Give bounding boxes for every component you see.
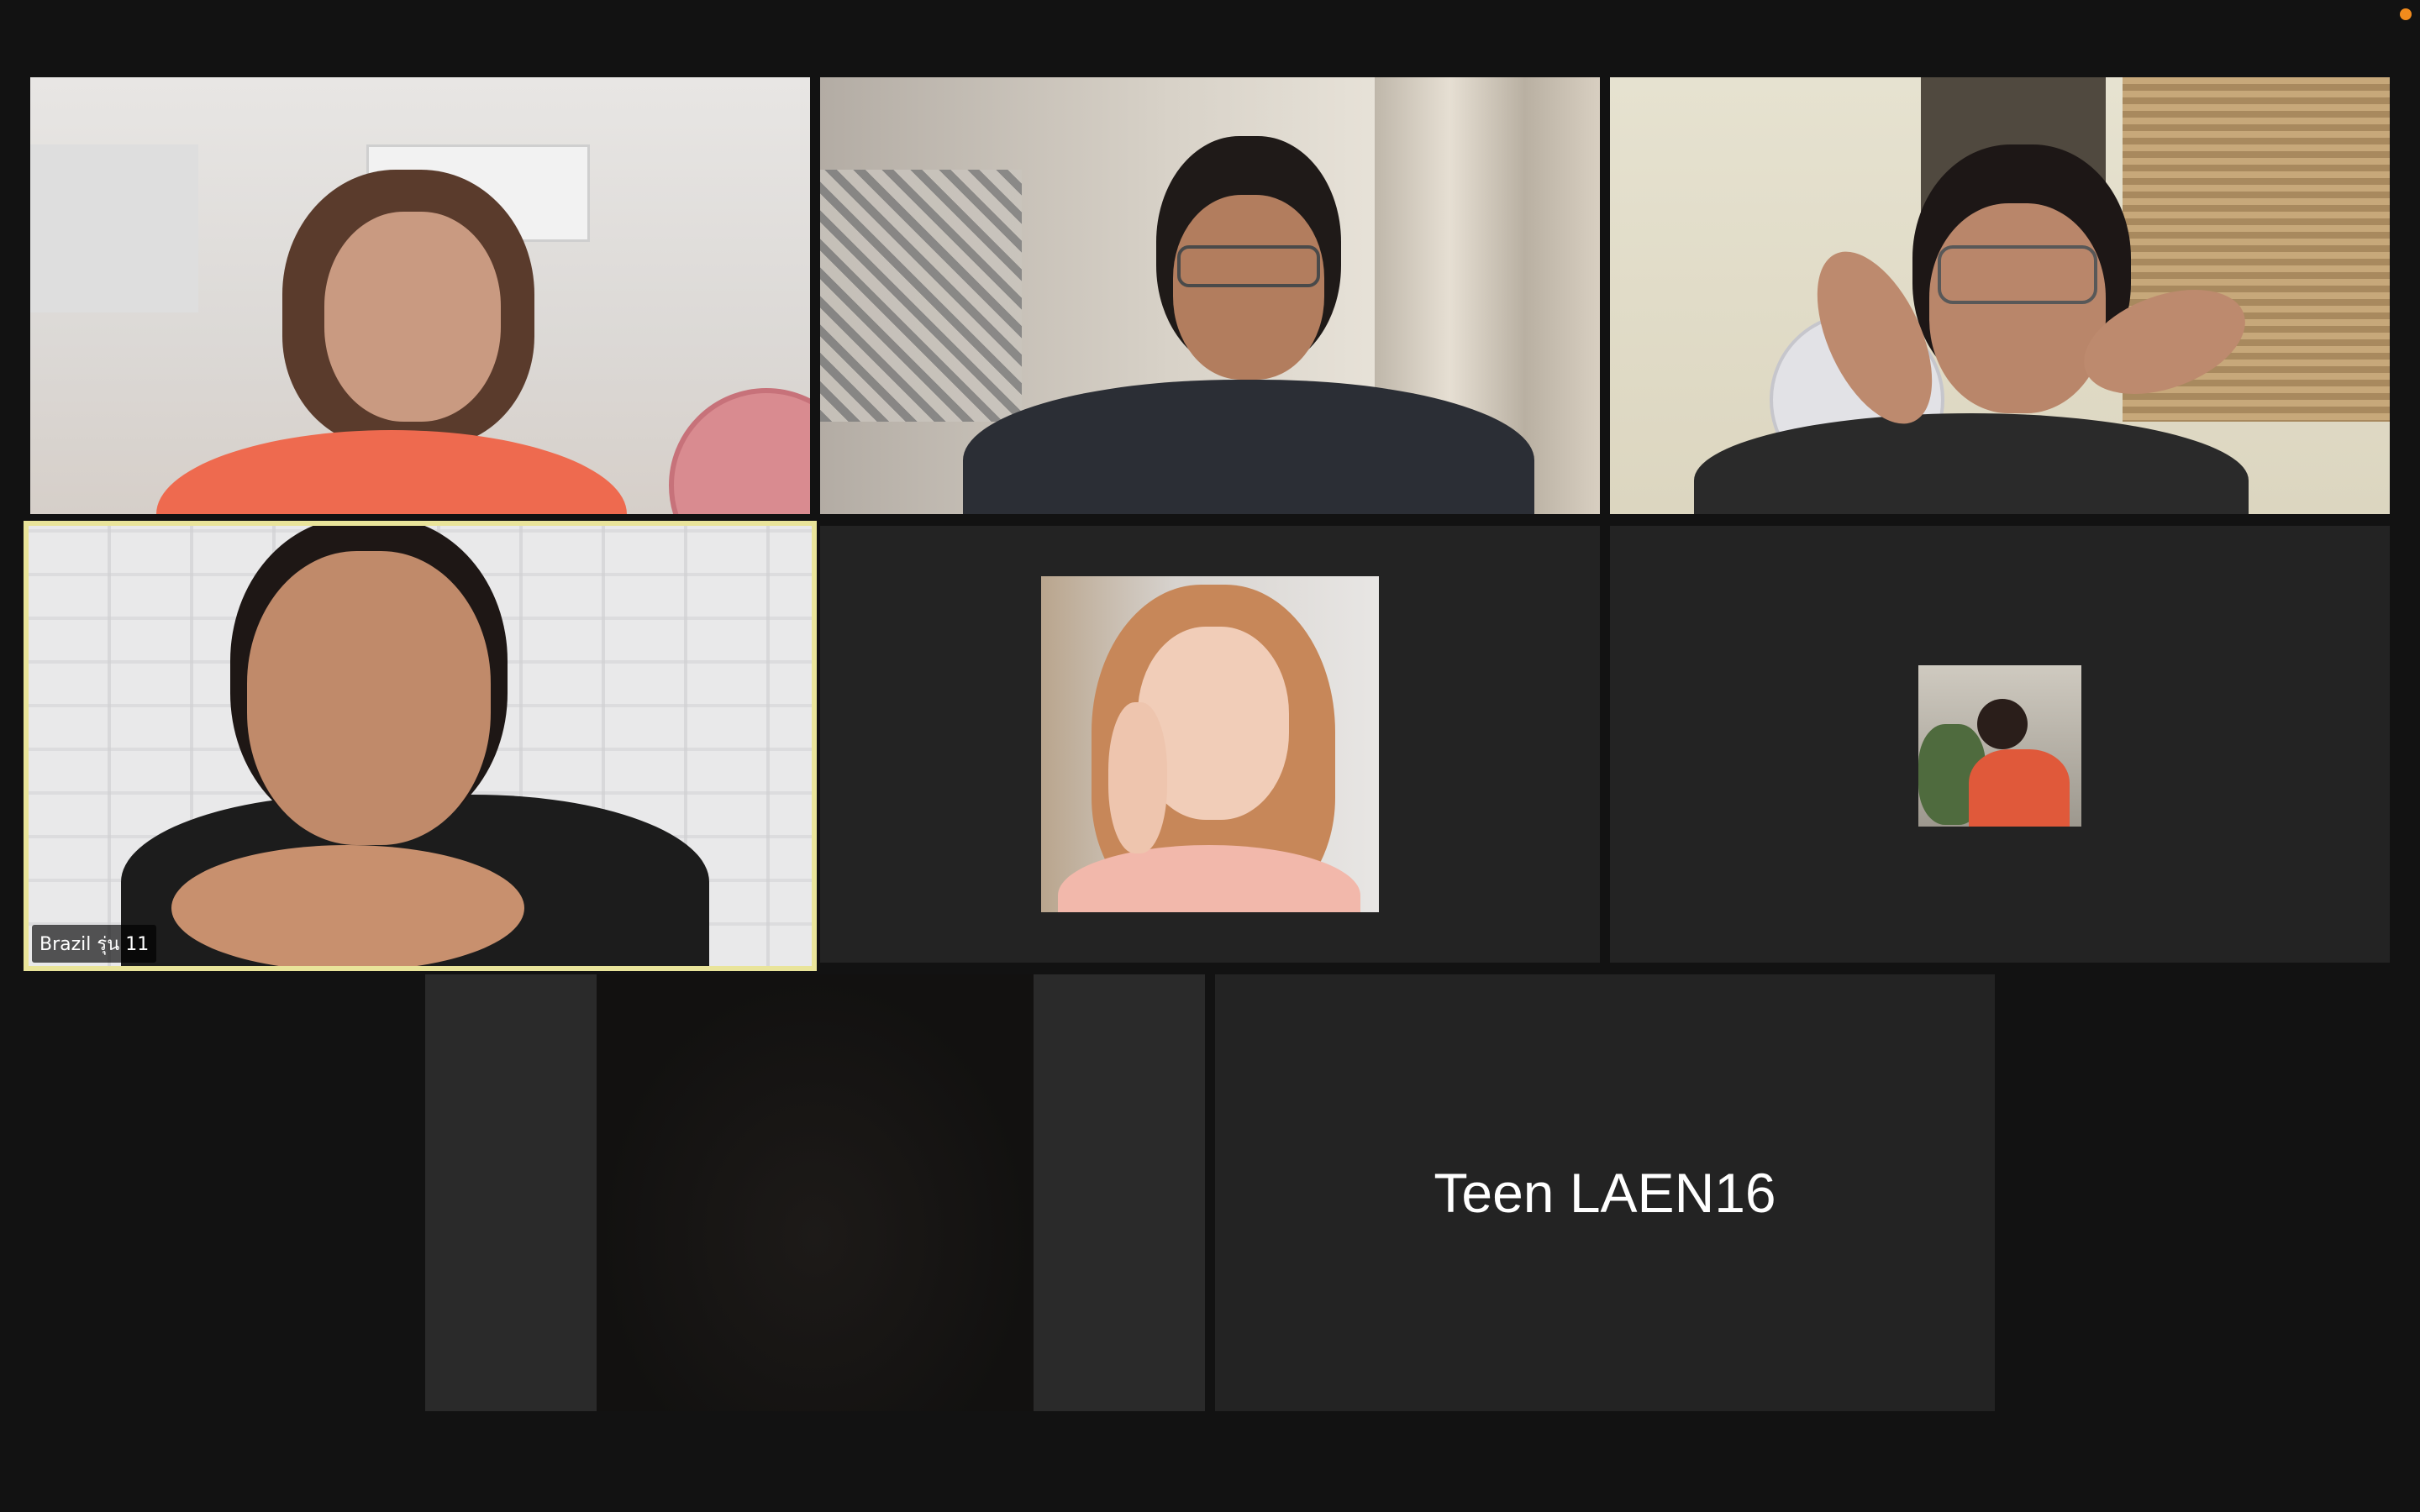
participant-name-display: Teen LAEN16 <box>1434 1162 1776 1224</box>
participant-tile-1[interactable] <box>30 77 810 514</box>
participant-video <box>30 77 810 514</box>
participant-video <box>29 526 812 966</box>
participant-tile-6[interactable] <box>1610 526 2390 963</box>
participant-name-tag: Brazil รุ่น 11 <box>32 925 157 963</box>
profile-photo <box>1918 665 2081 827</box>
recording-indicator-icon <box>2400 8 2412 20</box>
participant-tile-3[interactable] <box>1610 77 2390 514</box>
participant-tile-7[interactable] <box>425 974 1205 1411</box>
participant-video <box>1610 77 2390 514</box>
profile-photo <box>1041 576 1379 912</box>
participant-tile-5[interactable] <box>820 526 1600 963</box>
zoom-gallery-view: Brazil รุ่น 11 Teen LAEN16 <box>0 0 2420 1512</box>
participant-video <box>820 77 1600 514</box>
participant-tile-active-speaker[interactable]: Brazil รุ่น 11 <box>24 521 817 971</box>
participant-tile-8[interactable]: Teen LAEN16 <box>1215 974 1995 1411</box>
participant-tile-2[interactable] <box>820 77 1600 514</box>
participant-video <box>597 974 1034 1411</box>
